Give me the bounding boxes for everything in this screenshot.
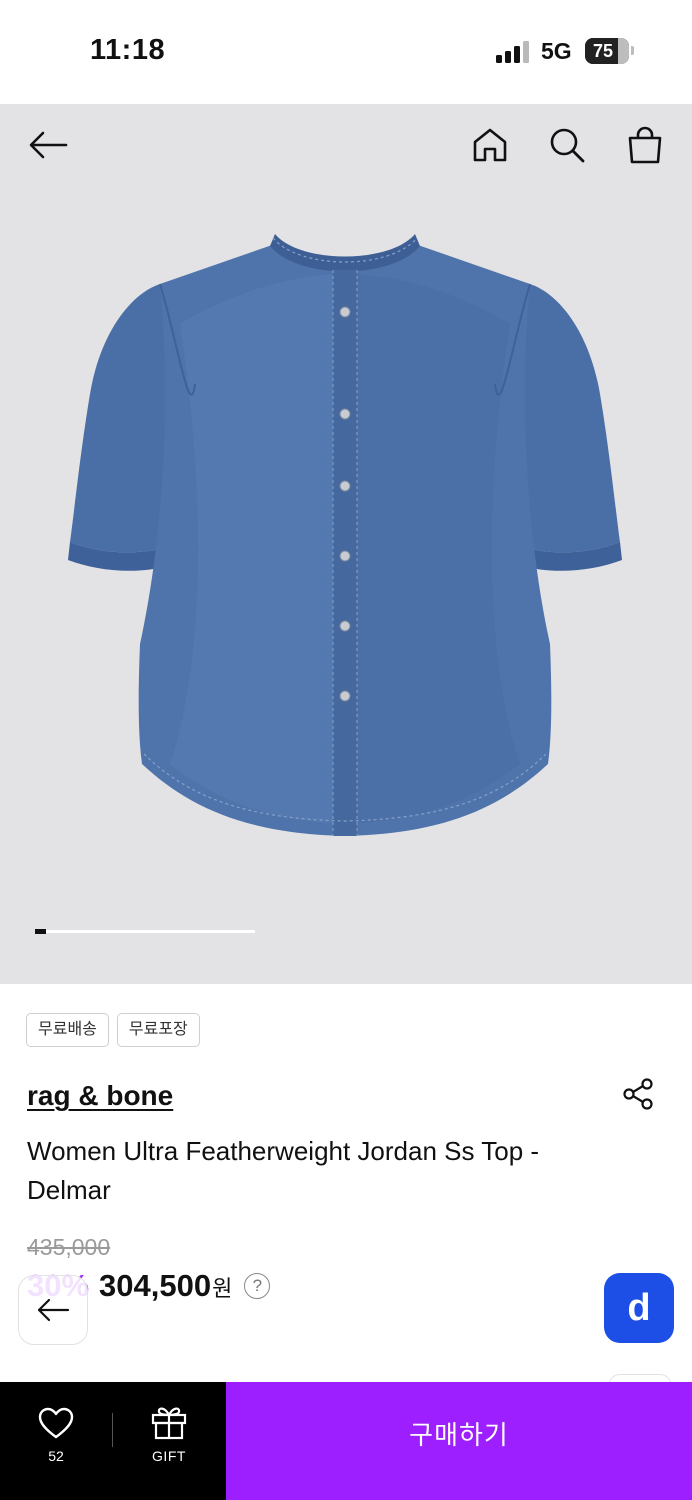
status-time: 11:18 [90, 34, 166, 66]
back-button[interactable] [24, 121, 72, 169]
buy-button[interactable]: 구매하기 [226, 1382, 692, 1500]
product-title: Women Ultra Featherweight Jordan Ss Top … [27, 1136, 540, 1205]
currency-unit: 원 [212, 1276, 233, 1301]
share-button[interactable] [618, 1074, 658, 1114]
gift-button[interactable]: GIFT [113, 1382, 225, 1500]
shopping-bag-icon [628, 126, 662, 164]
cart-button[interactable] [621, 121, 669, 169]
gift-icon [151, 1407, 187, 1440]
tag-free-wrapping: 무료포장 [116, 1013, 200, 1047]
home-button[interactable] [466, 121, 514, 169]
status-bar: 11:18 5G 75 [0, 0, 692, 104]
share-icon [623, 1078, 653, 1110]
product-gallery[interactable] [0, 104, 692, 984]
original-price: 435,000 [27, 1234, 111, 1260]
battery-cap [631, 46, 634, 55]
battery-percent: 75 [592, 41, 614, 61]
gift-label: GIFT [152, 1448, 186, 1464]
network-label: 5G [541, 38, 572, 64]
like-button[interactable]: 52 [0, 1382, 112, 1500]
gallery-progress-fill [35, 929, 46, 934]
search-button[interactable] [543, 121, 591, 169]
sale-price: 304,500 [99, 1268, 212, 1303]
gallery-progress-track [35, 929, 255, 934]
home-icon [473, 128, 507, 162]
battery-icon: 75 [585, 38, 629, 64]
brand-link[interactable]: rag & bone [27, 1080, 173, 1112]
like-count: 52 [48, 1448, 64, 1464]
search-icon [550, 128, 585, 163]
back-arrow-icon [29, 131, 68, 159]
tag-free-shipping: 무료배송 [26, 1013, 109, 1047]
heart-icon [38, 1407, 74, 1439]
product-image[interactable] [60, 224, 630, 864]
price-help-icon[interactable]: ? [244, 1273, 271, 1299]
back-arrow-icon [37, 1298, 70, 1322]
shipping-tags: 무료배송 무료포장 [26, 1013, 200, 1047]
signal-icon [496, 41, 529, 63]
floating-back-button[interactable] [18, 1275, 88, 1345]
d-floating-button[interactable]: d [604, 1273, 674, 1343]
buy-label: 구매하기 [409, 1419, 509, 1450]
bottom-action-bar: 52 GIFT 구매하기 [0, 1382, 692, 1500]
